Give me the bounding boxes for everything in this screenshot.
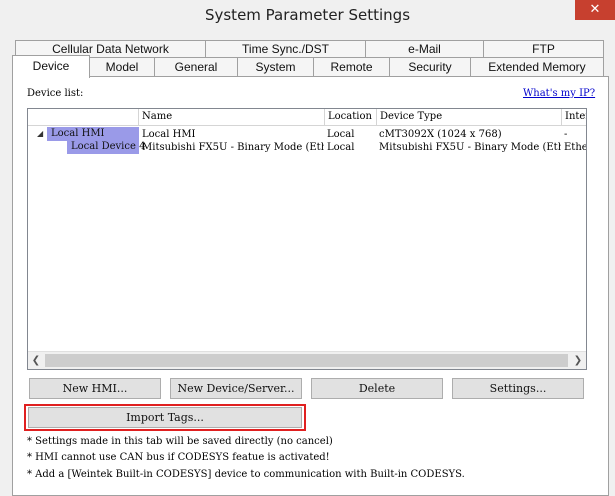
title-bar: System Parameter Settings ✕ [0, 0, 615, 30]
tab-remote[interactable]: Remote [313, 57, 390, 76]
tab-ftp[interactable]: FTP [483, 40, 604, 58]
new-hmi-button[interactable]: New HMI... [29, 378, 161, 399]
whats-my-ip-link[interactable]: What's my IP? [523, 88, 595, 99]
tab-model[interactable]: Model [89, 57, 155, 76]
cell-location: Local [327, 129, 355, 140]
scroll-right-icon[interactable]: ❯ [570, 352, 586, 369]
column-header-device-type[interactable]: Device Type [377, 109, 562, 126]
note-codesys: * Add a [Weintek Built-in CODESYS] devic… [27, 469, 465, 480]
cell-interface: Ether [564, 142, 586, 153]
new-device-server-button[interactable]: New Device/Server... [170, 378, 302, 399]
column-header-interface[interactable]: Interf [562, 109, 586, 126]
import-tags-button[interactable]: Import Tags... [28, 407, 302, 428]
horizontal-scrollbar[interactable]: ❮ ❯ [28, 351, 586, 369]
tab-email[interactable]: e-Mail [365, 40, 484, 58]
tab-time-sync-dst[interactable]: Time Sync./DST [205, 40, 366, 58]
tab-general[interactable]: General [154, 57, 238, 76]
tree-node-local-device-4[interactable]: Local Device 4 [67, 140, 145, 154]
scroll-left-icon[interactable]: ❮ [28, 352, 44, 369]
note-settings-saved: * Settings made in this tab will be save… [27, 436, 333, 447]
tab-extended-memory[interactable]: Extended Memory [470, 57, 604, 76]
cell-name: Mitsubishi FX5U - Binary Mode (Ether··· [142, 142, 324, 153]
delete-button[interactable]: Delete [311, 378, 443, 399]
note-can-bus: * HMI cannot use CAN bus if CODESYS feat… [27, 452, 330, 463]
tree-column-header [28, 109, 139, 126]
cell-interface: - [564, 129, 568, 140]
device-list[interactable]: Name Location Device Type Interf ◢ Local… [27, 108, 587, 370]
tree-node-local-hmi[interactable]: Local HMI [47, 127, 139, 141]
window-title: System Parameter Settings [204, 6, 411, 24]
column-header-name[interactable]: Name [139, 109, 325, 126]
close-icon: ✕ [589, 2, 601, 17]
tab-system[interactable]: System [237, 57, 314, 76]
tab-security[interactable]: Security [389, 57, 471, 76]
cell-device-type: Mitsubishi FX5U - Binary Mode (Ether··· [379, 142, 561, 153]
scrollbar-thumb[interactable] [45, 354, 568, 367]
settings-button[interactable]: Settings... [452, 378, 584, 399]
tab-device[interactable]: Device [12, 55, 90, 78]
close-button[interactable]: ✕ [575, 0, 615, 20]
cell-name: Local HMI [142, 129, 196, 140]
collapse-triangle-icon[interactable]: ◢ [37, 129, 43, 138]
device-list-label: Device list: [27, 88, 84, 99]
cell-location: Local [327, 142, 355, 153]
column-header-location[interactable]: Location [325, 109, 377, 126]
cell-device-type: cMT3092X (1024 x 768) [379, 129, 502, 140]
